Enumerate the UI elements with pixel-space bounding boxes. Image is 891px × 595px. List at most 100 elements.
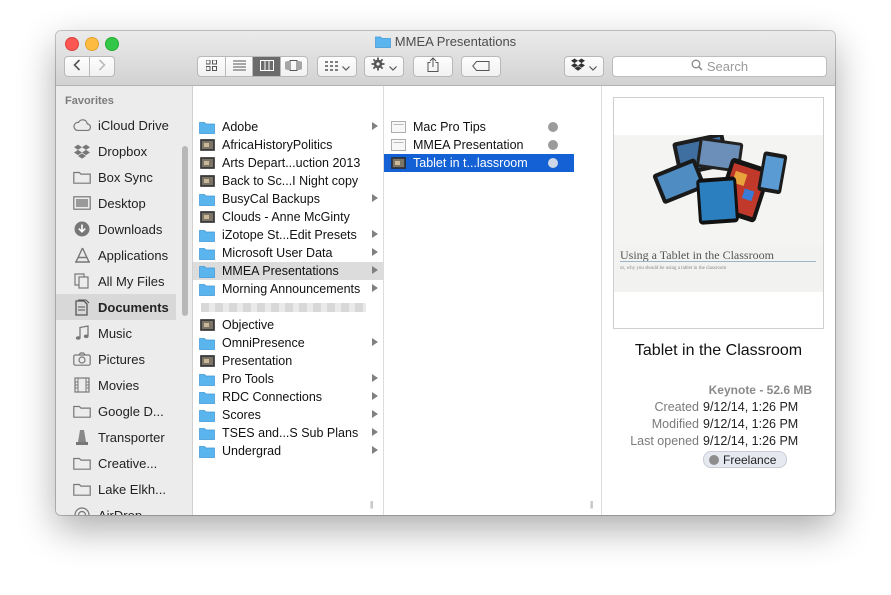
sidebar-item[interactable]: Applications	[56, 242, 192, 268]
sidebar-item[interactable]: Creative...	[56, 450, 192, 476]
list-item[interactable]: TSES and...S Sub Plans	[193, 424, 383, 442]
folder-icon	[199, 228, 215, 242]
sidebar-item[interactable]: Desktop	[56, 190, 192, 216]
sidebar-item[interactable]: Movies	[56, 372, 192, 398]
list-item[interactable]: OmniPresence	[193, 334, 383, 352]
share-button[interactable]	[413, 56, 453, 77]
title-bar: MMEA Presentations Search	[56, 31, 835, 86]
sidebar-item[interactable]: iCloud Drive	[56, 112, 192, 138]
column-resize-handle[interactable]: ||	[590, 500, 593, 509]
sidebar-item[interactable]: Lake Elkh...	[56, 476, 192, 502]
list-item[interactable]: AfricaHistoryPolitics	[193, 136, 383, 154]
list-item-label: Clouds - Anne McGinty	[222, 210, 350, 224]
list-item[interactable]: Microsoft User Data	[193, 244, 383, 262]
slide-rule	[620, 261, 816, 262]
last-opened-value: 9/12/14, 1:26 PM	[703, 434, 799, 448]
list-item-label: MMEA Presentation	[413, 138, 524, 152]
list-item[interactable]	[193, 298, 383, 316]
list-item-label: BusyCal Backups	[222, 192, 320, 206]
list-item-label: Morning Announcements	[222, 282, 361, 296]
list-item[interactable]: Undergrad	[193, 442, 383, 460]
folder-icon	[73, 402, 91, 420]
list-item[interactable]: Clouds - Anne McGinty	[193, 208, 383, 226]
file-kind-size: Keynote - 52.6 MB	[708, 383, 812, 397]
list-item[interactable]: iZotope St...Edit Presets	[193, 226, 383, 244]
preview-file-name: Tablet in the Classroom	[634, 342, 803, 359]
sidebar-item[interactable]: Documents	[56, 294, 176, 320]
sidebar-item[interactable]: All My Files	[56, 268, 192, 294]
list-item-label: Arts Depart...uction 2013	[222, 156, 361, 170]
sidebar-item-label: Downloads	[98, 221, 163, 237]
icon-view-button[interactable]	[198, 57, 227, 76]
finder-window: MMEA Presentations Search Favorites iClo…	[56, 31, 835, 515]
chevron-right-icon	[98, 58, 106, 76]
cover-flow-icon	[285, 58, 302, 76]
window-title-text: MMEA Presentations	[394, 34, 517, 49]
list-item[interactable]: Scores	[193, 406, 383, 424]
sidebar-item[interactable]: Music	[56, 320, 192, 346]
list-item[interactable]: Presentation	[193, 352, 383, 370]
search-field[interactable]: Search	[612, 56, 827, 77]
column-mmea-presentations: || Mac Pro Tips MMEA Presentation Tablet i…	[384, 86, 602, 515]
file-thumbnail-icon	[199, 210, 215, 224]
sidebar-item[interactable]: Downloads	[56, 216, 192, 242]
sidebar-item-label: Box Sync	[98, 169, 153, 185]
list-item[interactable]: Adobe	[193, 118, 383, 136]
folder-icon	[199, 408, 215, 422]
folder-icon	[199, 264, 215, 278]
applications-icon	[73, 246, 91, 264]
preview-thumbnail[interactable]: Using a Tablet in the Classroom or, why …	[613, 97, 824, 329]
folder-icon	[199, 372, 215, 386]
all-files-icon	[73, 272, 91, 290]
list-item-label: Tablet in t...lassroom	[413, 156, 528, 170]
action-button[interactable]	[364, 56, 404, 77]
sidebar-item-label: Pictures	[98, 351, 145, 367]
freelance-tag[interactable]: Freelance	[703, 451, 788, 468]
sidebar-item[interactable]: Dropbox	[56, 138, 192, 164]
dropbox-toolbar-button[interactable]	[564, 56, 604, 77]
list-item[interactable]: RDC Connections	[193, 388, 383, 406]
list-icon	[232, 58, 246, 76]
list-item[interactable]: Tablet in t...lassroom	[384, 154, 574, 172]
forward-button[interactable]	[90, 57, 114, 76]
back-button[interactable]	[65, 57, 90, 76]
list-item[interactable]: Mac Pro Tips	[384, 118, 574, 136]
tags-button[interactable]	[461, 56, 501, 77]
sidebar-item[interactable]: AirDrop	[56, 502, 192, 515]
sidebar-item[interactable]: Transporter	[56, 424, 192, 450]
arrange-button[interactable]	[317, 56, 357, 77]
cover-flow-button[interactable]	[281, 57, 307, 76]
sidebar-item[interactable]: Google D...	[56, 398, 192, 424]
search-icon	[691, 59, 703, 74]
list-item[interactable]: Back to Sc...I Night copy	[193, 172, 383, 190]
tag-icon	[472, 58, 490, 76]
file-thumbnail-icon	[199, 138, 215, 152]
grid-icon	[205, 58, 218, 76]
list-item[interactable]: Objective	[193, 316, 383, 334]
list-item[interactable]: Morning Announcements	[193, 280, 383, 298]
list-item[interactable]: MMEA Presentations	[193, 262, 383, 280]
music-icon	[73, 324, 91, 342]
file-thumbnail-icon	[199, 174, 215, 188]
list-item-label: Mac Pro Tips	[413, 120, 486, 134]
columns-icon	[259, 58, 274, 76]
list-item[interactable]: BusyCal Backups	[193, 190, 383, 208]
list-item[interactable]: Pro Tools	[193, 370, 383, 388]
preview-pane: Using a Tablet in the Classroom or, why …	[602, 86, 835, 515]
modified-value: 9/12/14, 1:26 PM	[703, 417, 799, 431]
column-resize-handle[interactable]: ||	[370, 500, 373, 509]
sidebar-item[interactable]: Pictures	[56, 346, 192, 372]
dropbox-icon	[73, 142, 91, 160]
sidebar-item-label: Google D...	[98, 403, 164, 419]
file-thumbnail-icon	[199, 318, 215, 332]
folder-icon	[374, 35, 391, 51]
list-item[interactable]: MMEA Presentation	[384, 136, 574, 154]
folder-icon	[199, 426, 215, 440]
list-item[interactable]: Arts Depart...uction 2013	[193, 154, 383, 172]
list-item-label: AfricaHistoryPolitics	[222, 138, 333, 152]
list-item-label: Scores	[222, 408, 261, 422]
column-view-button[interactable]	[253, 57, 281, 76]
gear-icon	[371, 57, 385, 76]
list-view-button[interactable]	[226, 57, 254, 76]
sidebar-item[interactable]: Box Sync	[56, 164, 192, 190]
